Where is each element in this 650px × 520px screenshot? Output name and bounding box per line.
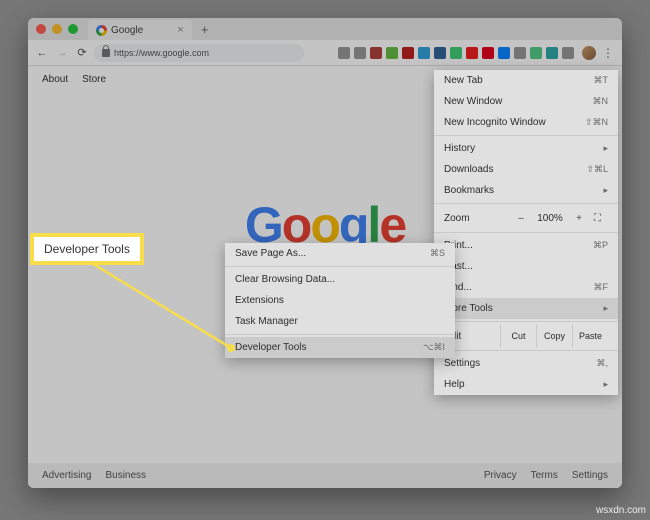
zoom-value: 100% bbox=[536, 213, 564, 224]
google-favicon-icon bbox=[96, 25, 107, 36]
page-footer: Advertising Business Privacy Terms Setti… bbox=[28, 463, 622, 488]
footer-privacy[interactable]: Privacy bbox=[484, 470, 517, 481]
reload-button[interactable]: ⟳ bbox=[74, 45, 90, 61]
address-bar[interactable]: https://www.google.com bbox=[94, 44, 304, 62]
zoom-in-button[interactable]: + bbox=[572, 213, 586, 224]
submenu-clear-data[interactable]: Clear Browsing Data... bbox=[225, 269, 455, 290]
menu-find[interactable]: Find...⌘F bbox=[434, 277, 618, 298]
menu-incognito[interactable]: New Incognito Window⇧⌘N bbox=[434, 112, 618, 133]
browser-tab[interactable]: Google × bbox=[88, 20, 192, 40]
fullscreen-icon[interactable]: ⛶ bbox=[594, 213, 608, 224]
close-tab-icon[interactable]: × bbox=[177, 24, 183, 36]
nav-about[interactable]: About bbox=[42, 74, 68, 85]
nav-store[interactable]: Store bbox=[82, 74, 106, 85]
extension-icon[interactable] bbox=[354, 47, 366, 59]
submenu-developer-tools[interactable]: Developer Tools⌥⌘I bbox=[225, 337, 455, 358]
zoom-out-button[interactable]: – bbox=[514, 213, 528, 224]
edit-paste-button[interactable]: Paste bbox=[572, 324, 608, 348]
extension-icon[interactable] bbox=[338, 47, 350, 59]
lock-icon bbox=[102, 49, 110, 57]
menu-settings[interactable]: Settings⌘, bbox=[434, 353, 618, 374]
extension-icon[interactable] bbox=[514, 47, 526, 59]
menu-help[interactable]: Help bbox=[434, 374, 618, 395]
page-top-nav: About Store bbox=[42, 74, 106, 85]
menu-print[interactable]: Print...⌘P bbox=[434, 235, 618, 256]
maximize-window-icon[interactable] bbox=[68, 24, 78, 34]
menu-new-window[interactable]: New Window⌘N bbox=[434, 91, 618, 112]
extension-icon[interactable] bbox=[466, 47, 478, 59]
callout-label: Developer Tools bbox=[30, 233, 144, 265]
watermark: wsxdn.com bbox=[596, 505, 646, 516]
toolbar: ← → ⟳ https://www.google.com ⋮ bbox=[28, 40, 622, 66]
tab-title: Google bbox=[111, 25, 143, 36]
menu-edit: Edit Cut Copy Paste bbox=[434, 324, 618, 348]
traffic-lights bbox=[36, 24, 78, 34]
extension-icon[interactable] bbox=[434, 47, 446, 59]
menu-downloads[interactable]: Downloads⇧⌘L bbox=[434, 159, 618, 180]
menu-cast[interactable]: Cast... bbox=[434, 256, 618, 277]
avatar-icon[interactable] bbox=[582, 46, 596, 60]
callout-endpoint-icon bbox=[227, 344, 235, 352]
menu-more-tools[interactable]: More Tools bbox=[434, 298, 618, 319]
menu-new-tab[interactable]: New Tab⌘T bbox=[434, 70, 618, 91]
footer-settings[interactable]: Settings bbox=[572, 470, 608, 481]
kebab-menu-icon[interactable]: ⋮ bbox=[600, 45, 616, 61]
url-text: https://www.google.com bbox=[114, 48, 209, 58]
extension-icon[interactable] bbox=[450, 47, 462, 59]
extension-icon[interactable] bbox=[370, 47, 382, 59]
extension-icon[interactable] bbox=[418, 47, 430, 59]
footer-business[interactable]: Business bbox=[105, 470, 146, 481]
minimize-window-icon[interactable] bbox=[52, 24, 62, 34]
extension-icon[interactable] bbox=[562, 47, 574, 59]
menu-bookmarks[interactable]: Bookmarks bbox=[434, 180, 618, 201]
menu-history[interactable]: History bbox=[434, 138, 618, 159]
extension-icon[interactable] bbox=[530, 47, 542, 59]
new-tab-button[interactable]: + bbox=[196, 20, 214, 38]
submenu-extensions[interactable]: Extensions bbox=[225, 290, 455, 311]
extensions-area bbox=[338, 47, 578, 59]
submenu-task-manager[interactable]: Task Manager bbox=[225, 311, 455, 332]
menu-zoom: Zoom – 100% + ⛶ bbox=[434, 206, 618, 230]
titlebar: Google × + bbox=[28, 18, 622, 40]
more-tools-submenu: Save Page As...⌘S Clear Browsing Data...… bbox=[225, 243, 455, 358]
submenu-save-page[interactable]: Save Page As...⌘S bbox=[225, 243, 455, 264]
forward-button[interactable]: → bbox=[54, 45, 70, 61]
extension-icon[interactable] bbox=[498, 47, 510, 59]
main-menu: New Tab⌘T New Window⌘N New Incognito Win… bbox=[434, 70, 618, 395]
footer-terms[interactable]: Terms bbox=[531, 470, 558, 481]
extension-icon[interactable] bbox=[482, 47, 494, 59]
extension-icon[interactable] bbox=[386, 47, 398, 59]
edit-copy-button[interactable]: Copy bbox=[536, 324, 572, 348]
footer-advertising[interactable]: Advertising bbox=[42, 470, 91, 481]
extension-icon[interactable] bbox=[402, 47, 414, 59]
extension-icon[interactable] bbox=[546, 47, 558, 59]
edit-cut-button[interactable]: Cut bbox=[500, 324, 536, 348]
close-window-icon[interactable] bbox=[36, 24, 46, 34]
back-button[interactable]: ← bbox=[34, 45, 50, 61]
